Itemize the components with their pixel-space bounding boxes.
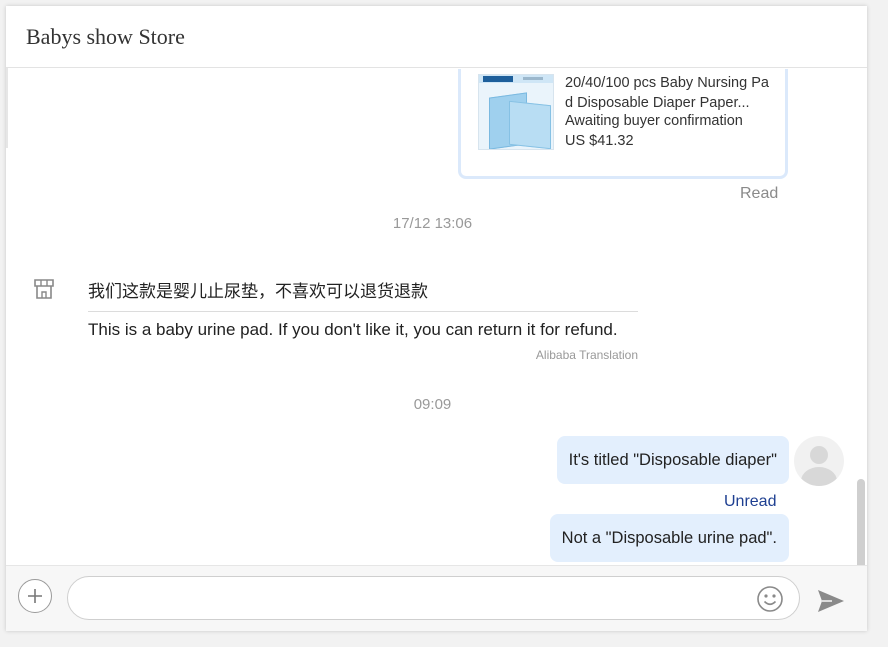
chat-window: Babys show Store 20/40/100 pcs Baby Nurs… <box>6 6 867 631</box>
incoming-message: 我们这款是婴儿止尿垫，不喜欢可以退货退款 This is a baby urin… <box>88 277 638 362</box>
message-composer <box>6 565 867 631</box>
store-icon <box>34 279 54 299</box>
send-arrow-icon[interactable] <box>816 588 846 614</box>
add-attachment-button[interactable] <box>18 579 52 613</box>
thumbnail-size-label <box>483 76 513 82</box>
user-avatar-icon[interactable] <box>794 436 844 486</box>
outgoing-message: Not a "Disposable urine pad". <box>549 514 789 562</box>
read-status: Read <box>740 185 779 202</box>
store-name[interactable]: Babys show Store <box>26 24 185 50</box>
message-input[interactable] <box>84 577 748 621</box>
product-card[interactable]: 20/40/100 pcs Baby Nursing Pad Disposabl… <box>458 69 788 179</box>
product-price: US $41.32 <box>565 133 634 149</box>
avatar-body <box>801 467 837 486</box>
timestamp: 09:09 <box>413 396 452 413</box>
timestamp: 17/12 13:06 <box>392 215 473 232</box>
product-thumbnail[interactable] <box>478 74 554 150</box>
translated-message-text: This is a baby urine pad. If you don't l… <box>88 320 618 339</box>
smiley-icon[interactable] <box>756 585 784 613</box>
avatar-head <box>810 446 828 464</box>
thumbnail-pad-back <box>509 100 551 149</box>
product-title[interactable]: 20/40/100 pcs Baby Nursing Pad Disposabl… <box>565 73 775 113</box>
outgoing-message: It's titled "Disposable diaper" <box>556 436 789 484</box>
translation-source: Alibaba Translation <box>535 348 638 362</box>
translation-divider <box>88 311 638 312</box>
order-status: Awaiting buyer confirmation <box>565 113 743 129</box>
thumbnail-brand-label <box>523 77 543 80</box>
original-message-text: 我们这款是婴儿止尿垫，不喜欢可以退货退款 <box>88 282 428 301</box>
message-list[interactable]: 20/40/100 pcs Baby Nursing Pad Disposabl… <box>6 69 867 565</box>
message-input-box[interactable] <box>67 576 800 621</box>
unread-status: Unread <box>724 493 777 510</box>
chat-header: Babys show Store <box>6 6 867 68</box>
plus-circle-icon <box>28 589 42 603</box>
scrollbar[interactable] <box>857 479 865 565</box>
